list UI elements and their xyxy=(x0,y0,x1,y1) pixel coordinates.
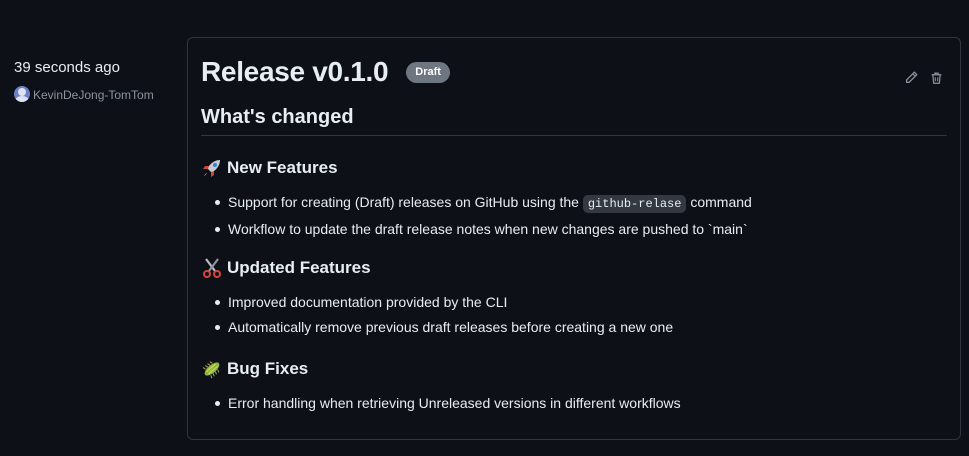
pencil-icon xyxy=(905,71,918,84)
release-actions xyxy=(904,70,944,85)
edit-button[interactable] xyxy=(904,70,919,85)
feature-list: Error handling when retrieving Unrelease… xyxy=(201,393,947,413)
whats-changed-heading: What's changed xyxy=(201,106,947,136)
avatar[interactable] xyxy=(14,86,30,102)
release-author[interactable]: KevinDeJong-TomTom xyxy=(14,86,164,103)
updated-features-section: Updated Features Improved documentation … xyxy=(201,257,947,342)
release-title[interactable]: Release v0.1.0 xyxy=(201,56,389,88)
section-title: New Features xyxy=(227,158,338,177)
release-title-row: Release v0.1.0 Draft xyxy=(201,56,450,88)
bug-icon xyxy=(202,361,220,379)
section-heading: Bug Fixes xyxy=(201,358,947,380)
release-meta: 39 seconds ago KevinDeJong-TomTom xyxy=(14,58,164,103)
release-card: Release v0.1.0 Draft What's changed New … xyxy=(187,37,961,440)
trash-icon xyxy=(931,72,942,84)
bug-fixes-section: Bug Fixes Error handling when retrieving… xyxy=(201,358,947,418)
item-text: Support for creating (Draft) releases on… xyxy=(228,194,583,210)
scissors-icon xyxy=(203,258,221,278)
section-heading: Updated Features xyxy=(201,257,947,279)
rocket-icon xyxy=(203,160,220,177)
inline-code: github-relase xyxy=(582,195,687,213)
list-item: Improved documentation provided by the C… xyxy=(215,292,947,312)
section-title: Updated Features xyxy=(227,258,371,277)
list-item: Workflow to update the draft release not… xyxy=(215,219,947,239)
release-time: 39 seconds ago xyxy=(14,59,120,76)
author-name[interactable]: KevinDeJong-TomTom xyxy=(33,88,154,102)
item-text: command xyxy=(686,194,752,210)
feature-list: Support for creating (Draft) releases on… xyxy=(201,192,947,239)
draft-badge: Draft xyxy=(406,61,450,83)
new-features-section: New Features Support for creating (Draft… xyxy=(201,157,947,244)
feature-list: Improved documentation provided by the C… xyxy=(201,292,947,337)
list-item: Support for creating (Draft) releases on… xyxy=(215,192,947,214)
list-item: Error handling when retrieving Unrelease… xyxy=(215,393,947,413)
section-title: Bug Fixes xyxy=(227,359,309,378)
list-item: Automatically remove previous draft rele… xyxy=(215,317,947,337)
delete-button[interactable] xyxy=(929,70,944,85)
section-heading: New Features xyxy=(201,157,947,179)
